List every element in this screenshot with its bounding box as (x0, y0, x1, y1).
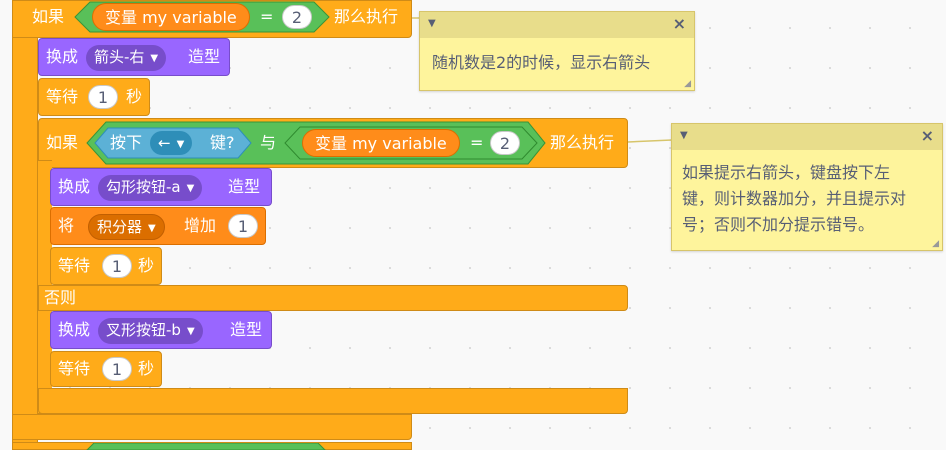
comment-note-1[interactable]: ▼ × 随机数是2的时候，显示右箭头 ◢ (419, 11, 695, 91)
comment-line: 如果提示右箭头，键盘按下左 (682, 163, 891, 182)
comment-note-2[interactable]: ▼ × 如果提示右箭头，键盘按下左 键，则计数器加分，并且提示对 号；否则不加分… (671, 123, 943, 251)
comment-line: 键，则计数器加分，并且提示对 (682, 189, 907, 208)
resize-grip-icon[interactable]: ◢ (932, 239, 939, 249)
comment-line: 号；否则不加分提示错号。 (682, 215, 875, 234)
comment-header[interactable]: ▼ × (672, 124, 942, 150)
comment-text[interactable]: 如果提示右箭头，键盘按下左 键，则计数器加分，并且提示对 号；否则不加分提示错号… (682, 160, 906, 238)
close-icon[interactable]: × (673, 14, 686, 33)
resize-grip-icon[interactable]: ◢ (684, 79, 691, 89)
close-icon[interactable]: × (921, 126, 934, 145)
collapse-triangle-icon[interactable]: ▼ (428, 18, 436, 29)
comment-header[interactable]: ▼ × (420, 12, 694, 38)
collapse-triangle-icon[interactable]: ▼ (680, 130, 688, 141)
comment-text[interactable]: 随机数是2的时候，显示右箭头 (432, 50, 650, 76)
